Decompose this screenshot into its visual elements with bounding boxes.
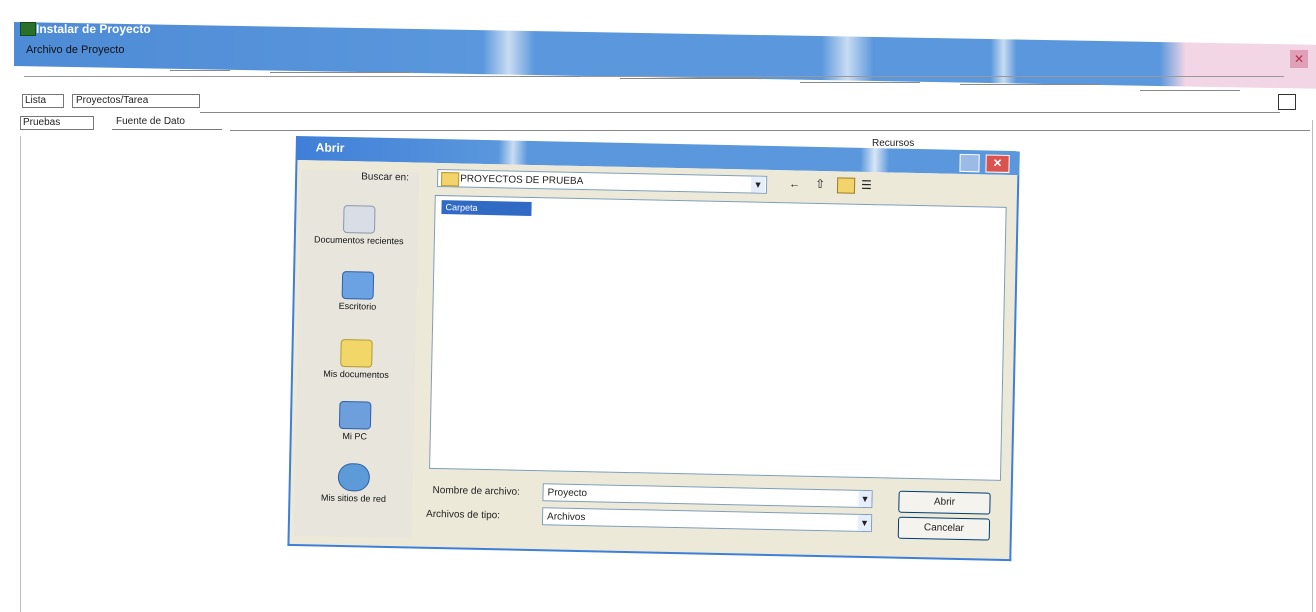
new-folder-icon[interactable] [836, 177, 856, 194]
dialog-close-icon[interactable]: ✕ [985, 154, 1010, 173]
views-icon[interactable]: ☰ [861, 178, 872, 192]
network-icon [337, 462, 371, 492]
file-type-label: Archivos de tipo: [425, 508, 501, 522]
place-label: Mis sitios de red [320, 492, 387, 504]
window-title: Instalar de Proyecto [36, 22, 151, 36]
panel-border [20, 136, 21, 612]
project-task-combo[interactable]: Proyectos/Tarea [72, 94, 200, 108]
my-documents-icon [340, 338, 373, 368]
place-network[interactable]: Mis sitios de red [294, 462, 413, 504]
tab-list[interactable]: Lista [22, 94, 64, 108]
tests-field[interactable]: Pruebas [20, 116, 94, 130]
cancel-button[interactable]: Cancelar [897, 516, 991, 541]
divider [1140, 90, 1240, 91]
place-label: Documentos recientes [313, 234, 404, 247]
dialog-title: Abrir [315, 140, 345, 156]
list-item[interactable]: Carpeta [441, 200, 532, 216]
up-folder-icon[interactable]: ⇧ [815, 177, 825, 191]
divider [520, 76, 580, 77]
desktop-icon [341, 270, 375, 300]
place-label: Mi PC [342, 431, 368, 442]
place-label: Mis documentos [323, 368, 389, 380]
divider [620, 78, 760, 79]
divider [170, 70, 230, 71]
file-list[interactable]: Carpeta [429, 194, 1007, 481]
panel-border [1312, 120, 1313, 612]
recent-documents-icon [342, 205, 376, 234]
look-in-label: Buscar en: [361, 171, 410, 184]
place-my-computer[interactable]: Mi PC [296, 400, 415, 442]
my-computer-icon [338, 400, 372, 430]
toolbar-line [200, 112, 1280, 113]
divider [960, 84, 1100, 85]
project-file-field[interactable] [24, 58, 1284, 77]
place-recent[interactable]: Documentos recientes [300, 204, 419, 246]
chevron-down-icon[interactable]: ▼ [857, 514, 872, 532]
toolbar-line [230, 130, 1310, 131]
data-source-field[interactable]: Fuente de Dato [112, 116, 222, 130]
project-file-label: Archivo de Proyecto [26, 44, 125, 56]
folder-icon [440, 172, 460, 187]
help-icon[interactable] [959, 153, 980, 173]
chevron-down-icon[interactable]: ▼ [858, 490, 872, 508]
app-icon [20, 22, 36, 36]
chevron-down-icon[interactable]: ▼ [750, 176, 766, 193]
back-icon[interactable]: ← [789, 178, 800, 190]
open-dialog: Abrir ✕ Documentos recientes Escritorio … [287, 136, 1020, 563]
divider [270, 72, 410, 73]
place-label: Escritorio [338, 300, 377, 312]
open-button[interactable]: Abrir [898, 490, 991, 515]
place-desktop[interactable]: Escritorio [298, 270, 417, 312]
close-icon[interactable]: ✕ [1290, 50, 1308, 68]
maximize-box[interactable] [1278, 94, 1296, 110]
places-bar: Documentos recientes Escritorio Mis docu… [293, 170, 420, 539]
divider [800, 82, 920, 83]
file-name-label: Nombre de archivo: [432, 484, 520, 498]
place-my-documents[interactable]: Mis documentos [297, 338, 416, 380]
